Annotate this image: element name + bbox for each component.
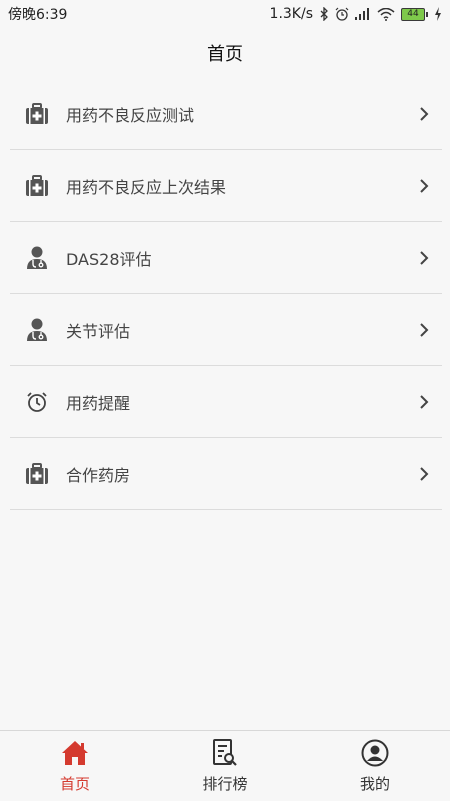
signal-icon [355, 8, 371, 20]
chevron-right-icon [414, 392, 434, 412]
chevron-right-icon [414, 320, 434, 340]
menu-item-label: DAS28评估 [66, 250, 152, 269]
chevron-right-icon [414, 176, 434, 196]
tab-home[interactable]: 首页 [0, 731, 150, 801]
tab-label: 我的 [359, 775, 390, 793]
tab-mine[interactable]: 我的 [300, 731, 450, 801]
user-icon [361, 739, 389, 767]
status-bar: 傍晚6:39 1.3K/s 44 [0, 0, 450, 28]
medical-kit-icon [24, 461, 50, 487]
menu-item-medication-reminder[interactable]: 用药提醒 [0, 366, 450, 438]
bluetooth-icon [319, 7, 329, 21]
chevron-right-icon [414, 464, 434, 484]
tab-ranking[interactable]: 排行榜 [150, 731, 300, 801]
status-indicators: 1.3K/s 44 [270, 6, 442, 22]
medical-kit-icon [24, 101, 50, 127]
home-icon [61, 739, 89, 767]
medical-kit-icon [24, 173, 50, 199]
tab-label: 首页 [59, 775, 90, 793]
page-title-bar: 首页 [0, 28, 450, 78]
status-time: 傍晚6:39 [8, 7, 68, 23]
menu-item-adverse-reaction-test[interactable]: 用药不良反应测试 [0, 78, 450, 150]
menu-item-adverse-reaction-last-result[interactable]: 用药不良反应上次结果 [0, 150, 450, 222]
chevron-right-icon [414, 104, 434, 124]
charging-icon [434, 7, 442, 21]
doctor-icon [24, 245, 50, 271]
alarm-icon [335, 7, 349, 21]
menu-item-label: 合作药房 [66, 466, 131, 485]
menu-item-label: 用药不良反应上次结果 [66, 178, 227, 197]
battery-level: 44 [401, 7, 425, 21]
wifi-icon [377, 7, 395, 21]
chevron-right-icon [414, 248, 434, 268]
bottom-tab-bar: 首页 排行榜 我的 [0, 730, 450, 801]
menu-item-label: 用药提醒 [66, 394, 131, 413]
doctor-icon [24, 317, 50, 343]
alarm-clock-icon [24, 389, 50, 415]
menu-item-label: 用药不良反应测试 [66, 106, 195, 125]
menu-item-label: 关节评估 [66, 322, 131, 341]
tab-label: 排行榜 [202, 775, 248, 793]
menu-item-partner-pharmacy[interactable]: 合作药房 [0, 438, 450, 510]
ranking-list-icon [211, 739, 239, 767]
page-title: 首页 [207, 44, 243, 65]
network-speed: 1.3K/s [269, 6, 313, 22]
menu-list: 用药不良反应测试 用药不良反应上次结果 DAS28评估 关节评估 用药提醒 合作… [0, 78, 450, 510]
battery-icon: 44 [401, 7, 428, 21]
menu-item-joint-assessment[interactable]: 关节评估 [0, 294, 450, 366]
menu-item-das28-assessment[interactable]: DAS28评估 [0, 222, 450, 294]
